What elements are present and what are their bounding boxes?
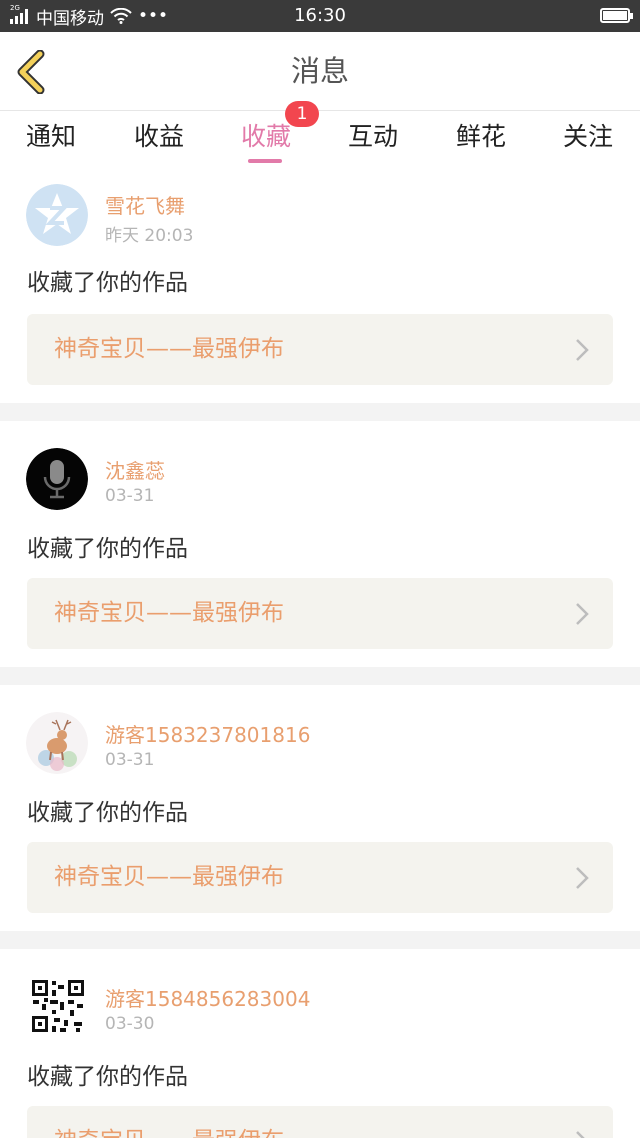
username[interactable]: 游客1584856283004	[105, 983, 310, 1012]
status-bar: 2G 中国移动 ••• 16:30	[0, 0, 640, 32]
message-card: 雪花飞舞 昨天 20:03 收藏了你的作品 神奇宝贝——最强伊布	[0, 171, 640, 417]
card-divider	[0, 931, 640, 949]
nav-bar: 消息	[0, 32, 640, 111]
avatar[interactable]	[26, 712, 88, 774]
card-divider	[0, 667, 640, 685]
message-card: 游客1584856283004 03-30 收藏了你的作品 神奇宝贝——最强伊布	[0, 949, 640, 1138]
avatar[interactable]	[30, 978, 86, 1034]
work-title: 神奇宝贝——最强伊布	[54, 864, 284, 890]
username[interactable]: 雪花飞舞	[105, 190, 185, 219]
action-text: 收藏了你的作品	[27, 270, 188, 296]
battery-icon	[600, 8, 633, 23]
tab-bar: 通知 收益 收藏 互动 鲜花 关注	[0, 111, 640, 171]
tab-flowers[interactable]: 鲜花	[436, 111, 526, 171]
z-logo-avatar-icon	[26, 184, 88, 246]
deer-illustration-avatar-icon	[26, 712, 88, 774]
tab-earnings[interactable]: 收益	[114, 111, 204, 171]
action-text: 收藏了你的作品	[27, 1064, 188, 1090]
work-title: 神奇宝贝——最强伊布	[54, 1106, 284, 1138]
active-tab-indicator	[248, 159, 282, 163]
work-link[interactable]: 神奇宝贝——最强伊布	[27, 578, 613, 649]
status-time: 16:30	[294, 5, 346, 26]
chevron-right-icon	[576, 1131, 585, 1138]
username[interactable]: 沈鑫蕊	[105, 455, 165, 484]
unread-badge: 1	[285, 101, 319, 127]
message-time: 03-30	[105, 1014, 155, 1034]
work-title: 神奇宝贝——最强伊布	[54, 336, 284, 362]
tab-notifications[interactable]: 通知	[6, 111, 96, 171]
qr-code-avatar-icon	[30, 978, 86, 1034]
work-link[interactable]: 神奇宝贝——最强伊布	[27, 1106, 613, 1138]
work-title: 神奇宝贝——最强伊布	[54, 600, 284, 626]
avatar[interactable]	[26, 448, 88, 510]
message-card: 沈鑫蕊 03-31 收藏了你的作品 神奇宝贝——最强伊布	[0, 421, 640, 667]
message-time: 昨天 20:03	[105, 226, 194, 246]
chevron-right-icon	[576, 339, 589, 361]
message-time: 03-31	[105, 486, 155, 506]
microphone-avatar-icon	[26, 448, 88, 510]
action-text: 收藏了你的作品	[27, 800, 188, 826]
tab-following[interactable]: 关注	[543, 111, 633, 171]
card-divider	[0, 403, 640, 421]
username[interactable]: 游客1583237801816	[105, 719, 310, 748]
page-title: 消息	[290, 54, 349, 88]
chevron-right-icon	[576, 603, 589, 625]
message-card: 游客1583237801816 03-31 收藏了你的作品 神奇宝贝——最强伊布	[0, 685, 640, 931]
tab-interactions[interactable]: 互动	[328, 111, 418, 171]
tab-favorites-label: 收藏	[240, 122, 291, 151]
avatar[interactable]	[26, 184, 88, 246]
work-link[interactable]: 神奇宝贝——最强伊布	[27, 842, 613, 913]
action-text: 收藏了你的作品	[27, 536, 188, 562]
work-link[interactable]: 神奇宝贝——最强伊布	[27, 314, 613, 385]
message-time: 03-31	[105, 750, 155, 770]
chevron-right-icon	[576, 867, 589, 889]
